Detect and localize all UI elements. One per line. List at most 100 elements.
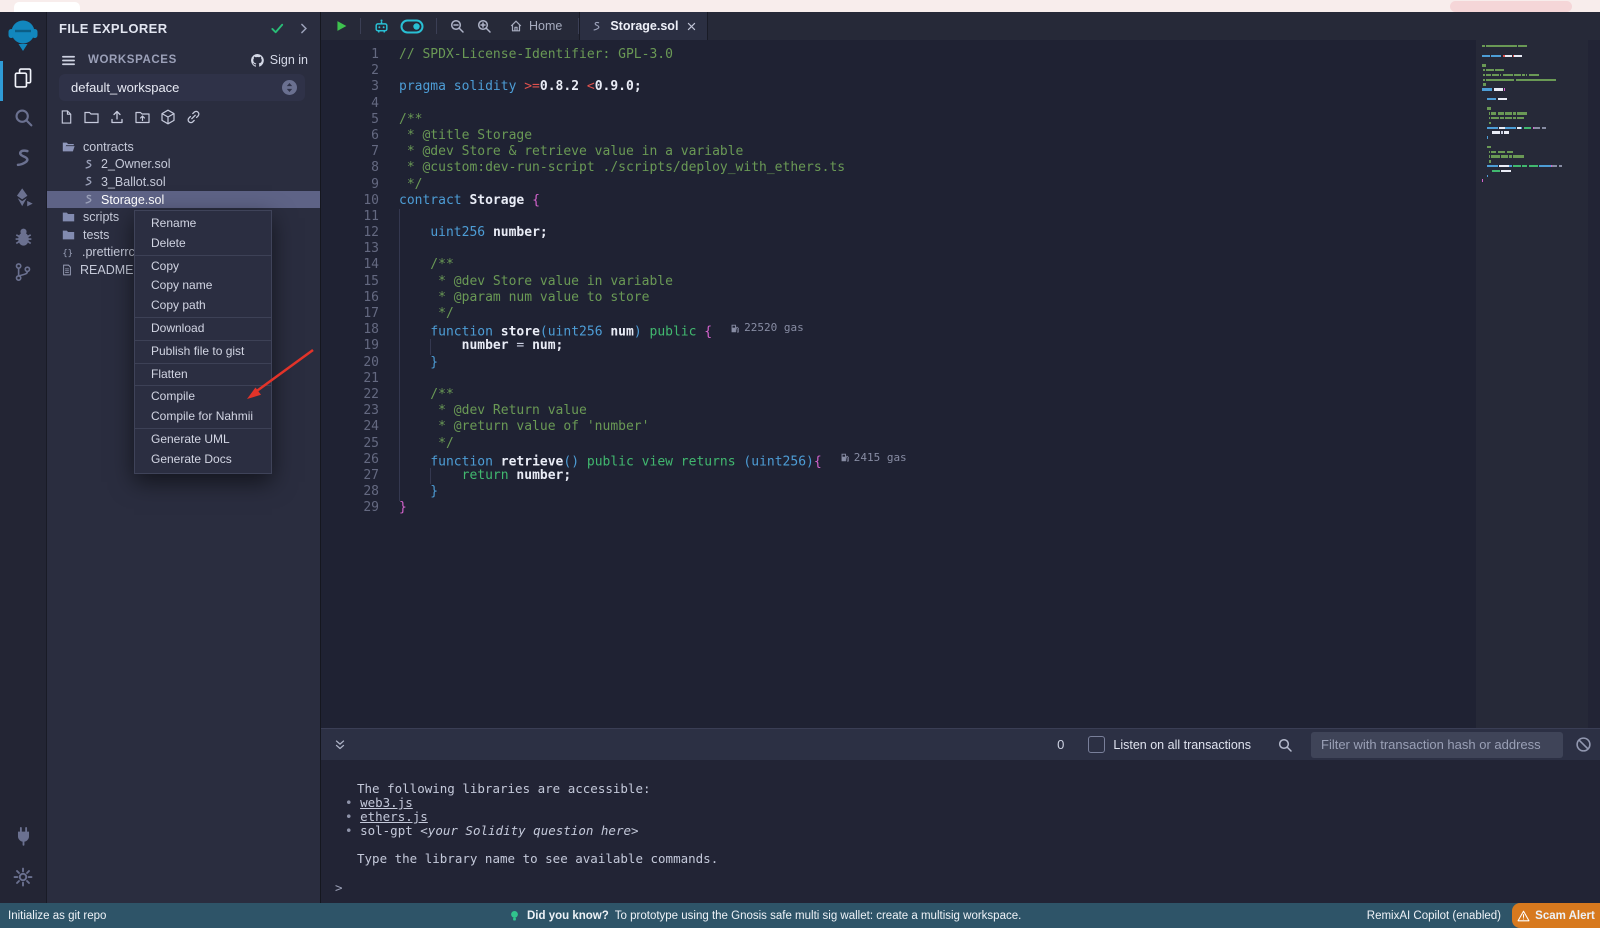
browser-control-remnant bbox=[1450, 1, 1572, 12]
check-icon[interactable] bbox=[270, 21, 285, 36]
code-line-9[interactable]: 9 */ bbox=[321, 177, 1471, 193]
upload-folder-icon[interactable] bbox=[134, 109, 151, 125]
menu-item-flatten[interactable]: Flatten bbox=[135, 365, 271, 385]
code-line-22[interactable]: 22 /** bbox=[321, 387, 1471, 403]
menu-item-rename[interactable]: Rename bbox=[135, 214, 271, 234]
tab-storage-sol[interactable]: Storage.sol bbox=[579, 12, 708, 40]
code-line-2[interactable]: 2 bbox=[321, 63, 1471, 79]
terminal-prompt[interactable]: > bbox=[335, 881, 343, 895]
menu-item-generate-docs[interactable]: Generate Docs bbox=[135, 450, 271, 470]
expand-terminal-icon[interactable] bbox=[333, 738, 347, 752]
terminal-line: Type the library name to see available c… bbox=[321, 852, 1600, 866]
tree-item-label: contracts bbox=[83, 140, 134, 154]
menu-item-publish-file-to-gist[interactable]: Publish file to gist bbox=[135, 342, 271, 362]
search-icon[interactable] bbox=[0, 107, 46, 128]
code-line-13[interactable]: 13 bbox=[321, 241, 1471, 257]
code-line-20[interactable]: 20 } bbox=[321, 355, 1471, 371]
terminal-link[interactable]: ethers.js bbox=[360, 809, 428, 824]
code-text: return number; bbox=[399, 468, 571, 484]
remixai-robot-icon[interactable] bbox=[373, 18, 390, 35]
code-line-10[interactable]: 10contract Storage { bbox=[321, 193, 1471, 209]
menu-item-compile-for-nahmii[interactable]: Compile for Nahmii bbox=[135, 407, 271, 427]
search-transactions-icon[interactable] bbox=[1277, 737, 1293, 753]
zoom-in-icon[interactable] bbox=[476, 18, 492, 34]
plugin-manager-icon[interactable] bbox=[0, 826, 46, 847]
code-line-17[interactable]: 17 */ bbox=[321, 306, 1471, 322]
github-icon bbox=[250, 53, 265, 68]
code-line-15[interactable]: 15 * @dev Store value in variable bbox=[321, 274, 1471, 290]
run-script-icon[interactable] bbox=[335, 19, 348, 33]
workspaces-label: WORKSPACES bbox=[88, 54, 177, 66]
code-line-12[interactable]: 12 uint256 number; bbox=[321, 225, 1471, 241]
tree-item-contracts[interactable]: contracts bbox=[47, 138, 320, 156]
tree-item-2-owner-sol[interactable]: 2_Owner.sol bbox=[47, 156, 320, 174]
line-number: 24 bbox=[321, 419, 399, 435]
code-line-26[interactable]: 26 function retrieve() public view retur… bbox=[321, 452, 1471, 468]
code-line-18[interactable]: 18 function store(uint256 num) public {2… bbox=[321, 322, 1471, 338]
code-line-16[interactable]: 16 * @param num value to store bbox=[321, 290, 1471, 306]
chevron-right-icon[interactable] bbox=[297, 21, 310, 36]
copilot-status[interactable]: RemixAI Copilot (enabled) bbox=[1367, 903, 1501, 928]
menu-item-download[interactable]: Download bbox=[135, 319, 271, 339]
sign-in-button[interactable]: Sign in bbox=[250, 53, 308, 68]
code-line-28[interactable]: 28 } bbox=[321, 484, 1471, 500]
code-line-1[interactable]: 1// SPDX-License-Identifier: GPL-3.0 bbox=[321, 47, 1471, 63]
code-line-23[interactable]: 23 * @dev Return value bbox=[321, 403, 1471, 419]
line-number: 25 bbox=[321, 436, 399, 452]
deploy-run-icon[interactable] bbox=[0, 187, 46, 208]
listen-all-transactions-checkbox[interactable] bbox=[1088, 736, 1105, 753]
tab-home[interactable]: Home bbox=[509, 19, 562, 33]
git-icon[interactable] bbox=[0, 261, 46, 283]
code-line-29[interactable]: 29} bbox=[321, 500, 1471, 516]
code-line-21[interactable]: 21 bbox=[321, 371, 1471, 387]
code-text: /** bbox=[399, 112, 422, 128]
link-import-icon[interactable] bbox=[185, 109, 202, 125]
code-line-5[interactable]: 5/** bbox=[321, 112, 1471, 128]
tree-item-3-ballot-sol[interactable]: 3_Ballot.sol bbox=[47, 173, 320, 191]
code-line-4[interactable]: 4 bbox=[321, 96, 1471, 112]
minimap-gutter[interactable] bbox=[1476, 40, 1588, 728]
workspace-select[interactable]: default_workspace bbox=[59, 74, 305, 101]
code-line-3[interactable]: 3pragma solidity >=0.8.2 <0.9.0; bbox=[321, 79, 1471, 95]
debugger-icon[interactable] bbox=[0, 227, 46, 248]
new-folder-icon[interactable] bbox=[83, 109, 100, 125]
ipfs-import-icon[interactable] bbox=[160, 109, 176, 125]
menu-item-copy[interactable]: Copy bbox=[135, 257, 271, 277]
code-area[interactable]: 1// SPDX-License-Identifier: GPL-3.023pr… bbox=[321, 47, 1471, 516]
menu-item-generate-uml[interactable]: Generate UML bbox=[135, 430, 271, 450]
git-init-status[interactable]: Initialize as git repo bbox=[8, 903, 106, 928]
tree-item-storage-sol[interactable]: Storage.sol bbox=[47, 191, 320, 209]
zoom-out-icon[interactable] bbox=[449, 18, 465, 34]
terminal-link[interactable]: web3.js bbox=[360, 795, 413, 810]
code-line-27[interactable]: 27 return number; bbox=[321, 468, 1471, 484]
clear-console-icon[interactable] bbox=[1575, 736, 1592, 753]
transaction-filter-input[interactable] bbox=[1311, 732, 1563, 758]
scam-alert-badge[interactable]: Scam Alert bbox=[1512, 903, 1600, 928]
terminal[interactable]: The following libraries are accessible:•… bbox=[321, 760, 1600, 903]
hamburger-menu-icon[interactable] bbox=[61, 53, 76, 68]
code-line-6[interactable]: 6 * @title Storage bbox=[321, 128, 1471, 144]
code-line-14[interactable]: 14 /** bbox=[321, 257, 1471, 273]
solidity-compiler-icon[interactable] bbox=[0, 147, 46, 169]
menu-item-copy-name[interactable]: Copy name bbox=[135, 276, 271, 296]
menu-item-compile[interactable]: Compile bbox=[135, 387, 271, 407]
copilot-toggle[interactable] bbox=[400, 19, 424, 34]
file-explorer-icon[interactable] bbox=[0, 67, 46, 89]
menu-item-copy-path[interactable]: Copy path bbox=[135, 296, 271, 316]
code-line-7[interactable]: 7 * @dev Store & retrieve value in a var… bbox=[321, 144, 1471, 160]
upload-file-icon[interactable] bbox=[109, 109, 125, 125]
code-line-11[interactable]: 11 bbox=[321, 209, 1471, 225]
workspace-switch-icon[interactable] bbox=[282, 80, 297, 95]
code-editor[interactable]: 1// SPDX-License-Identifier: GPL-3.023pr… bbox=[321, 40, 1600, 728]
tab-label: Storage.sol bbox=[610, 19, 678, 33]
tree-item-label: Storage.sol bbox=[101, 193, 164, 207]
new-file-icon[interactable] bbox=[59, 109, 74, 125]
lightbulb-icon bbox=[508, 909, 521, 923]
code-line-8[interactable]: 8 * @custom:dev-run-script ./scripts/dep… bbox=[321, 160, 1471, 176]
menu-item-delete[interactable]: Delete bbox=[135, 234, 271, 254]
code-line-24[interactable]: 24 * @return value of 'number' bbox=[321, 419, 1471, 435]
minimap[interactable] bbox=[1482, 45, 1562, 184]
code-line-19[interactable]: 19 number = num; bbox=[321, 338, 1471, 354]
settings-icon[interactable] bbox=[0, 867, 46, 887]
close-tab-icon[interactable] bbox=[686, 21, 697, 32]
